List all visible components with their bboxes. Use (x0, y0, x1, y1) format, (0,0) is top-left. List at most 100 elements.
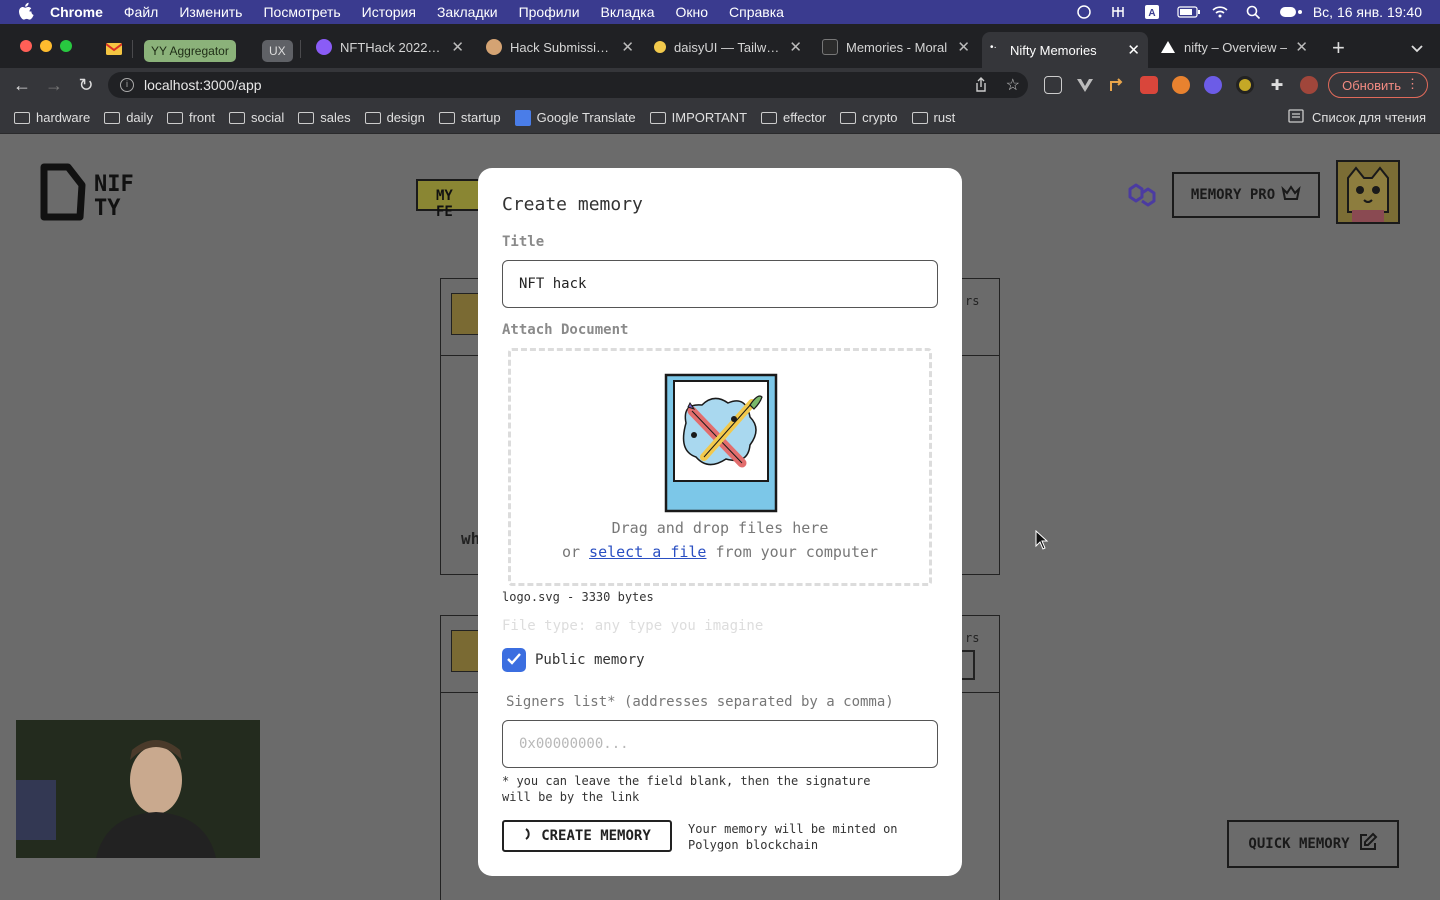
tab-moralis[interactable]: Memories - Moral ✕ (814, 30, 978, 64)
memory-pro-button[interactable]: MEMORY PRO (1172, 172, 1320, 218)
nfthack-favicon-icon (316, 39, 332, 55)
close-tab-icon[interactable]: ✕ (451, 38, 464, 56)
menu-view[interactable]: Посмотреть (263, 4, 340, 20)
bookmark-folder-startup[interactable]: startup (438, 110, 501, 125)
menu-bookmarks[interactable]: Закладки (437, 4, 498, 20)
forward-icon[interactable]: → (42, 75, 66, 96)
menu-history[interactable]: История (362, 4, 416, 20)
creative-cloud-icon[interactable] (1075, 5, 1093, 19)
tab-title: nifty – Overview – (1184, 39, 1288, 55)
menu-profiles[interactable]: Профили (519, 4, 580, 20)
create-memory-label: CREATE MEMORY (541, 828, 651, 844)
tab-search-chevron-icon[interactable] (1410, 41, 1424, 59)
menu-help[interactable]: Справка (729, 4, 784, 20)
bookmark-folder-social[interactable]: social (228, 110, 284, 125)
edit-icon (1358, 832, 1378, 856)
quick-memory-button[interactable]: QUICK MEMORY (1227, 820, 1399, 868)
back-icon[interactable]: ← (10, 75, 34, 96)
metamask-icon[interactable] (1172, 76, 1190, 94)
bookmark-folder-front[interactable]: front (166, 110, 215, 125)
bookmark-folder-crypto[interactable]: crypto (840, 110, 898, 125)
bookmark-folder-sales[interactable]: sales (298, 110, 351, 125)
menu-edit[interactable]: Изменить (179, 4, 242, 20)
bookmark-google-translate[interactable]: Google Translate (514, 109, 636, 126)
tab-title: daisyUI — Tailwind (674, 39, 782, 55)
bookmark-folder-hardware[interactable]: hardware (14, 110, 90, 125)
battery-icon[interactable] (1177, 5, 1200, 19)
minimize-window-icon[interactable] (40, 40, 52, 52)
card-avatar (451, 630, 479, 672)
card-peek-button[interactable] (961, 650, 975, 680)
file-dropzone[interactable]: Drag and drop files here or select a fil… (508, 348, 932, 586)
extension-red-icon[interactable] (1140, 76, 1158, 94)
close-tab-icon[interactable]: ✕ (957, 38, 970, 56)
pinned-tab-aggregator[interactable]: YY Aggregator (144, 40, 236, 62)
mouse-cursor-icon (1035, 529, 1049, 555)
extension-arrow-icon[interactable] (1108, 76, 1126, 94)
bookmark-folder-effector[interactable]: effector (761, 110, 826, 125)
spotlight-icon[interactable] (1245, 5, 1263, 20)
bookmark-label: startup (460, 110, 501, 125)
public-memory-checkbox[interactable] (502, 648, 526, 672)
clock[interactable]: Вс, 16 янв. 19:40 (1313, 4, 1422, 20)
bookmark-star-icon[interactable]: ☆ (1006, 75, 1020, 95)
extension-purple-icon[interactable] (1204, 76, 1222, 94)
menu-tab[interactable]: Вкладка (601, 4, 655, 20)
title-input[interactable] (502, 260, 938, 308)
folder-icon (298, 111, 315, 124)
select-file-line: or select a file from your computer (511, 543, 929, 561)
create-memory-button[interactable]: CREATE MEMORY (502, 820, 672, 852)
tab-hack-submission[interactable]: Hack Submission / ✕ (478, 30, 642, 64)
reading-list[interactable]: Список для чтения (1288, 109, 1426, 126)
tab-daisyui[interactable]: daisyUI — Tailwind ✕ (646, 30, 810, 64)
close-window-icon[interactable] (20, 40, 32, 52)
input-source-icon[interactable]: A (1143, 5, 1161, 19)
close-tab-icon[interactable]: ✕ (621, 38, 634, 56)
bookmark-folder-design[interactable]: design (364, 110, 425, 125)
folder-icon (649, 111, 666, 124)
bookmark-folder-daily[interactable]: daily (104, 110, 153, 125)
share-icon[interactable] (974, 77, 988, 96)
bookmark-folder-important[interactable]: IMPORTANT (649, 110, 747, 125)
bookmark-folder-rust[interactable]: rust (911, 110, 955, 125)
signers-input[interactable] (502, 720, 938, 768)
selected-file-info: logo.svg - 3330 bytes (502, 590, 654, 604)
update-button[interactable]: Обновить ⋮ (1328, 72, 1428, 98)
tab-vercel-overview[interactable]: nifty – Overview – ✕ (1152, 30, 1316, 64)
cast-icon[interactable] (1044, 76, 1062, 94)
menu-file[interactable]: Файл (124, 4, 158, 20)
extensions-puzzle-icon[interactable]: ✚ (1268, 76, 1286, 94)
attach-document-label: Attach Document (502, 322, 629, 338)
polygon-icon[interactable] (1126, 181, 1158, 214)
pinned-tab-ux[interactable]: UX (262, 40, 293, 62)
crown-icon (1281, 184, 1301, 206)
tab-nfthack[interactable]: NFTHack 2022 Ha ✕ (308, 30, 472, 64)
status-area: A Вс, 16 янв. 19:40 (1075, 0, 1422, 24)
tab-nifty-memories[interactable]: •· Nifty Memories ✕ (982, 32, 1148, 68)
fork-icon[interactable] (1109, 5, 1127, 19)
user-avatar[interactable] (1336, 160, 1400, 224)
menu-app-name[interactable]: Chrome (50, 4, 103, 20)
close-tab-icon[interactable]: ✕ (1295, 38, 1308, 56)
close-tab-icon[interactable]: ✕ (1127, 41, 1140, 59)
close-tab-icon[interactable]: ✕ (789, 38, 802, 56)
public-memory-label[interactable]: Public memory (535, 652, 645, 668)
select-file-link[interactable]: select a file (589, 543, 706, 561)
control-center-icon[interactable] (1279, 5, 1302, 19)
reload-icon[interactable]: ↻ (74, 75, 98, 96)
menu-window[interactable]: Окно (676, 4, 709, 20)
gmail-icon[interactable] (105, 42, 123, 60)
zoom-window-icon[interactable] (60, 40, 72, 52)
reading-list-label: Список для чтения (1312, 110, 1426, 125)
or-text: or (561, 543, 581, 561)
address-bar[interactable]: i localhost:3000/app ☆ (108, 72, 1028, 98)
nifty-logo[interactable]: NIF TY (40, 163, 160, 228)
apple-icon[interactable] (18, 2, 36, 23)
wifi-icon[interactable] (1211, 5, 1229, 19)
vue-devtools-icon[interactable] (1076, 76, 1094, 94)
profile-avatar[interactable] (1300, 76, 1318, 94)
more-menu-icon[interactable]: ⋮ (1406, 76, 1419, 92)
site-info-icon[interactable]: i (120, 78, 134, 92)
new-tab-icon[interactable]: + (1332, 37, 1345, 59)
extension-yellow-icon[interactable] (1236, 76, 1254, 94)
